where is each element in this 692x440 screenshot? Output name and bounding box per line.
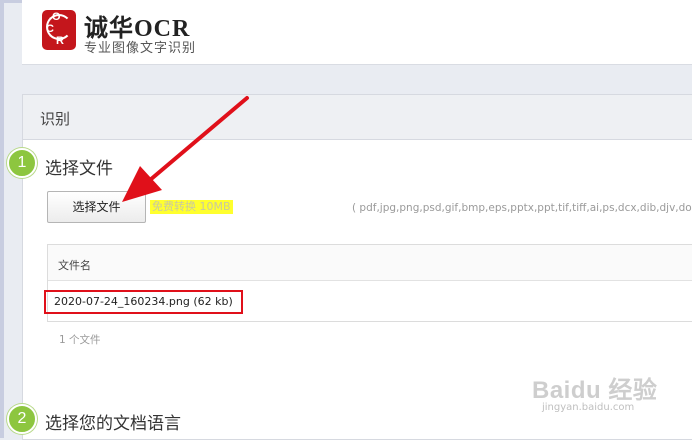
watermark-url: jingyan.baidu.com xyxy=(542,402,635,413)
baidu-watermark: Baidu 经验 jingyan.baidu.com xyxy=(532,370,657,420)
watermark-logo-text: Baidu 经验 xyxy=(532,377,658,404)
